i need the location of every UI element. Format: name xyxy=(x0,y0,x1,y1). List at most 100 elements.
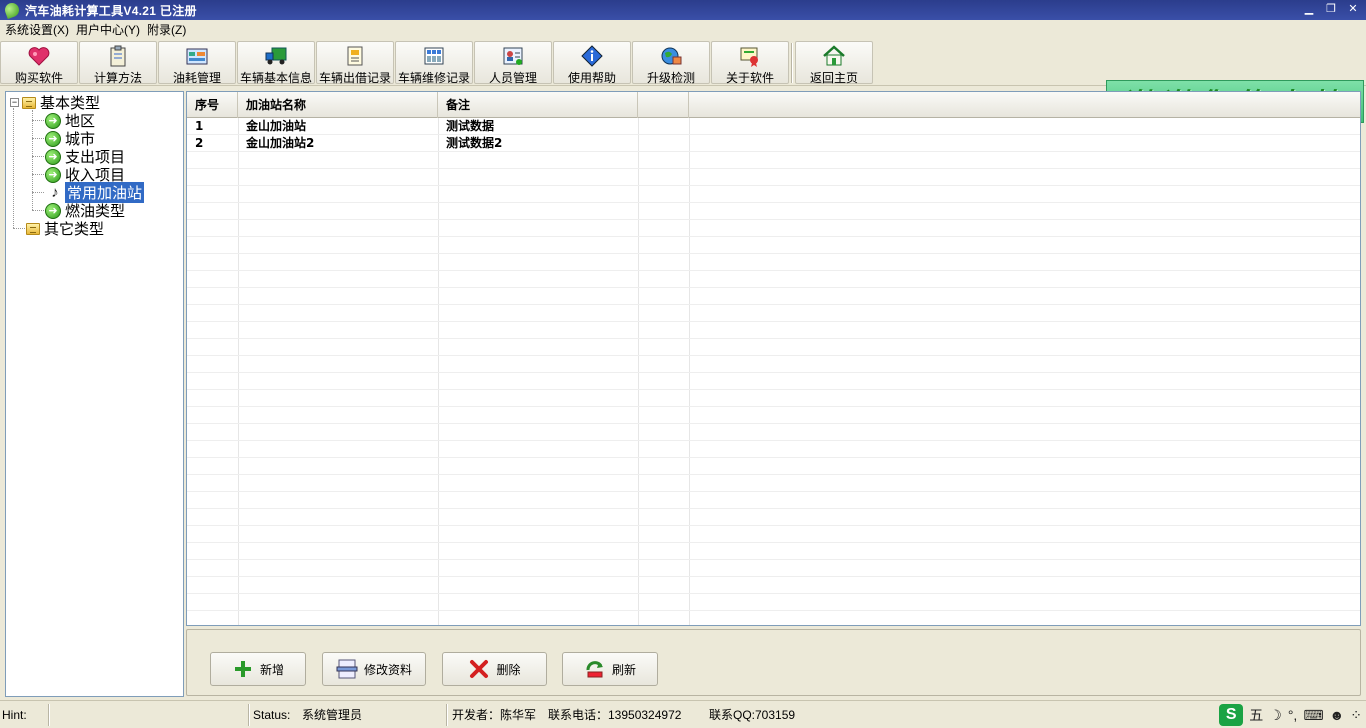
empty-table-row[interactable] xyxy=(187,169,1360,186)
hint-label: Hint: xyxy=(2,708,27,722)
tree-connector xyxy=(32,174,44,175)
empty-table-row[interactable] xyxy=(187,305,1360,322)
table-row[interactable]: 2 金山加油站2 测试数据2 xyxy=(187,135,1360,152)
empty-table-row[interactable] xyxy=(187,339,1360,356)
tree-node-region[interactable]: ➜ 地区 xyxy=(45,112,95,130)
fuel-management-label: 油耗管理 xyxy=(172,71,221,85)
add-button[interactable]: 新增 xyxy=(210,652,306,686)
collapse-icon[interactable]: − xyxy=(10,98,19,107)
empty-table-row[interactable] xyxy=(187,271,1360,288)
developer-info: 开发者：陈华军 xyxy=(452,708,537,722)
empty-table-row[interactable] xyxy=(187,543,1360,560)
empty-table-row[interactable] xyxy=(187,203,1360,220)
fuel-management-button[interactable]: 油耗管理 xyxy=(158,41,236,85)
col-header-index[interactable]: 序号 xyxy=(187,92,238,118)
empty-table-row[interactable] xyxy=(187,373,1360,390)
edit-icon xyxy=(336,658,358,680)
empty-table-row[interactable] xyxy=(187,594,1360,611)
tree-node-common-stations[interactable]: ♪ 常用加油站 xyxy=(47,182,145,203)
menu-user-center[interactable]: 用户中心(Y) xyxy=(74,21,145,38)
tree-node-other-types[interactable]: 其它类型 xyxy=(26,220,104,238)
col-header-station-name[interactable]: 加油站名称 xyxy=(238,92,438,118)
empty-table-row[interactable] xyxy=(187,254,1360,271)
empty-table-row[interactable] xyxy=(187,152,1360,169)
status-label: Status: xyxy=(253,708,291,722)
empty-table-row[interactable] xyxy=(187,186,1360,203)
app-leaf-icon xyxy=(3,1,21,19)
arrow-right-icon: ➜ xyxy=(45,202,61,219)
empty-table-row[interactable] xyxy=(187,526,1360,543)
empty-table-row[interactable] xyxy=(187,407,1360,424)
tree-node-fuel-types[interactable]: ➜ 燃油类型 xyxy=(45,202,125,220)
user-icon[interactable]: ☻ xyxy=(1330,707,1345,723)
help-button[interactable]: 使用帮助 xyxy=(553,41,631,85)
empty-table-row[interactable] xyxy=(187,288,1360,305)
status-separator xyxy=(446,704,448,726)
menu-bar: 系统设置(X) 用户中心(Y) 附录(Z) xyxy=(0,20,1366,39)
arrow-right-icon: ➜ xyxy=(45,166,61,183)
tree-connector xyxy=(32,156,44,157)
clipboard-icon xyxy=(106,45,130,67)
ime-toolbar: S 五 ☽ °, ⌨ ☻ ⁘ xyxy=(1219,703,1362,727)
empty-table-row[interactable] xyxy=(187,322,1360,339)
vehicle-repair-button[interactable]: 车辆维修记录 xyxy=(395,41,473,85)
empty-table-row[interactable] xyxy=(187,475,1360,492)
restore-icon[interactable]: ❐ xyxy=(1324,2,1338,16)
keyboard-icon[interactable]: ⌨ xyxy=(1303,707,1323,724)
about-button[interactable]: 关于软件 xyxy=(711,41,789,85)
col-header-extra[interactable] xyxy=(638,92,689,118)
close-icon[interactable]: ✕ xyxy=(1346,2,1360,16)
edit-button[interactable]: 修改资料 xyxy=(322,652,426,686)
refresh-button[interactable]: 刷新 xyxy=(562,652,658,686)
status-user: 系统管理员 xyxy=(302,708,363,722)
vehicle-info-button[interactable]: 车辆基本信息 xyxy=(237,41,315,85)
minimize-icon[interactable]: ▁ xyxy=(1302,2,1316,16)
tree-connector xyxy=(32,138,44,139)
menu-appendix[interactable]: 附录(Z) xyxy=(145,21,191,38)
tree-node-city[interactable]: ➜ 城市 xyxy=(45,130,95,148)
empty-table-row[interactable] xyxy=(187,390,1360,407)
delete-button[interactable]: 删除 xyxy=(442,652,547,686)
cell-remark: 测试数据2 xyxy=(446,136,503,150)
cell-index: 1 xyxy=(195,119,204,133)
grid-icon xyxy=(422,45,446,67)
empty-table-row[interactable] xyxy=(187,611,1360,625)
toolbar-separator xyxy=(791,43,793,83)
empty-table-row[interactable] xyxy=(187,424,1360,441)
home-button[interactable]: 返回主页 xyxy=(795,41,873,85)
tree-connector xyxy=(13,228,25,229)
empty-table-row[interactable] xyxy=(187,237,1360,254)
phone-info: 联系电话：13950324972 xyxy=(548,708,682,722)
home-label: 返回主页 xyxy=(809,71,858,85)
empty-table-row[interactable] xyxy=(187,577,1360,594)
empty-table-row[interactable] xyxy=(187,509,1360,526)
vehicle-lending-button[interactable]: 车辆出借记录 xyxy=(316,41,394,85)
grid-menu-icon[interactable]: ⁘ xyxy=(1350,707,1362,724)
menu-system-settings[interactable]: 系统设置(X) xyxy=(3,21,74,38)
folder-icon xyxy=(26,222,40,235)
tree-node-income-items[interactable]: ➜ 收入项目 xyxy=(45,166,125,184)
ime-mode-indicator[interactable]: 五 xyxy=(1249,705,1263,725)
empty-table-row[interactable] xyxy=(187,220,1360,237)
moon-icon[interactable]: ☽ xyxy=(1269,707,1282,724)
empty-table-row[interactable] xyxy=(187,560,1360,577)
vehicle-repair-label: 车辆维修记录 xyxy=(397,71,470,85)
empty-table-row[interactable] xyxy=(187,441,1360,458)
tree-node-basic-types[interactable]: − 基本类型 xyxy=(10,94,100,112)
buy-software-button[interactable]: 购买软件 xyxy=(0,41,78,85)
empty-table-row[interactable] xyxy=(187,356,1360,373)
calc-method-button[interactable]: 计算方法 xyxy=(79,41,157,85)
upgrade-check-button[interactable]: 升级检测 xyxy=(632,41,710,85)
table-row[interactable]: 1 金山加油站 测试数据 xyxy=(187,118,1360,135)
empty-table-row[interactable] xyxy=(187,492,1360,509)
arrow-right-icon: ➜ xyxy=(45,112,61,129)
sogou-logo-icon[interactable]: S xyxy=(1219,704,1244,726)
col-header-remark[interactable]: 备注 xyxy=(438,92,638,118)
tree-node-expense-items[interactable]: ➜ 支出项目 xyxy=(45,148,125,166)
globe-icon xyxy=(659,45,683,67)
empty-table-row[interactable] xyxy=(187,458,1360,475)
delete-button-label: 删除 xyxy=(496,662,521,677)
document-icon xyxy=(343,45,367,67)
staff-management-button[interactable]: 人员管理 xyxy=(474,41,552,85)
punctuation-icon[interactable]: °, xyxy=(1288,707,1298,723)
